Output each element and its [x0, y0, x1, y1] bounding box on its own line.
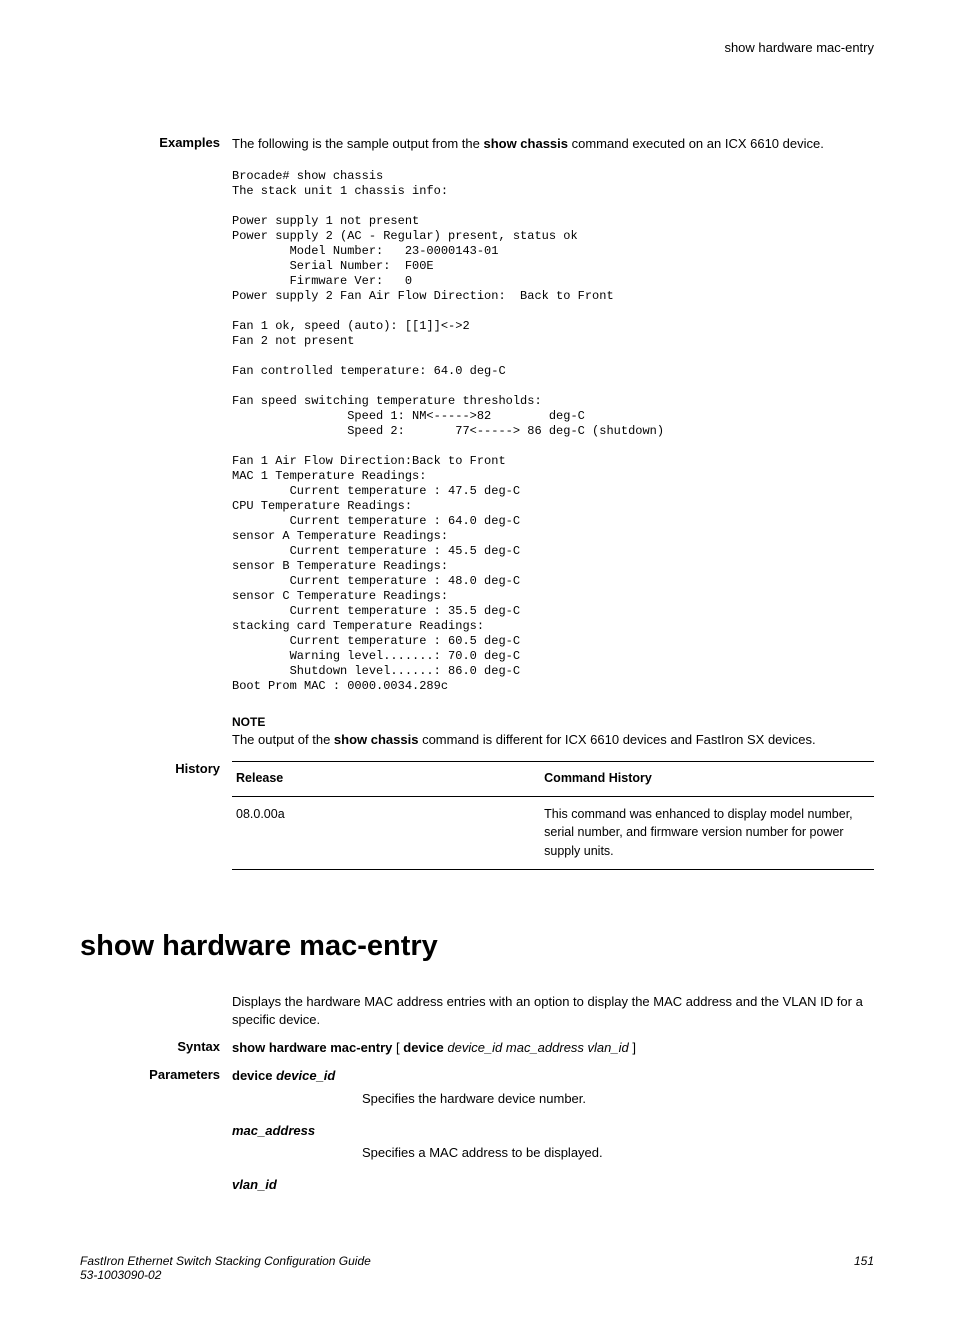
- examples-intro-pre: The following is the sample output from …: [232, 136, 483, 151]
- syntax-content: show hardware mac-entry [ device device_…: [232, 1039, 874, 1057]
- note-pre: The output of the: [232, 732, 334, 747]
- syntax-cmd: show hardware mac-entry: [232, 1040, 392, 1055]
- page-header-right: show hardware mac-entry: [80, 40, 874, 55]
- examples-intro-post: command executed on an ICX 6610 device.: [568, 136, 824, 151]
- param-3: vlan_id: [232, 1176, 874, 1194]
- parameters-content: device device_id Specifies the hardware …: [232, 1067, 874, 1194]
- param-1: device device_id: [232, 1067, 874, 1085]
- parameters-row: Parameters device device_id Specifies th…: [80, 1067, 874, 1194]
- param-1-kw: device: [232, 1068, 272, 1083]
- col-command-history: Command History: [540, 762, 874, 797]
- param-2-desc: Specifies a MAC address to be displayed.: [362, 1144, 874, 1162]
- examples-row: Examples The following is the sample out…: [80, 135, 874, 753]
- syntax-row: Syntax show hardware mac-entry [ device …: [80, 1039, 874, 1057]
- syntax-bracket-close: ]: [629, 1040, 636, 1055]
- param-3-var: vlan_id: [232, 1177, 277, 1192]
- command-description: Displays the hardware MAC address entrie…: [232, 993, 874, 1029]
- cell-desc: This command was enhanced to display mod…: [540, 796, 874, 869]
- description-row: Displays the hardware MAC address entrie…: [80, 993, 874, 1029]
- param-1-desc: Specifies the hardware device number.: [362, 1090, 874, 1108]
- param-2: mac_address: [232, 1122, 874, 1140]
- cell-release: 08.0.00a: [232, 796, 540, 869]
- syntax-label: Syntax: [80, 1039, 232, 1057]
- syntax-opt-kw: device: [403, 1040, 443, 1055]
- param-2-var: mac_address: [232, 1123, 315, 1138]
- table-row: 08.0.00a This command was enhanced to di…: [232, 796, 874, 869]
- examples-intro-cmd: show chassis: [483, 136, 568, 151]
- history-content: Release Command History 08.0.00a This co…: [232, 761, 874, 870]
- param-1-var: device_id: [276, 1068, 335, 1083]
- footer-left: FastIron Ethernet Switch Stacking Config…: [80, 1254, 371, 1282]
- history-table: Release Command History 08.0.00a This co…: [232, 761, 874, 870]
- note-post: command is different for ICX 6610 device…: [418, 732, 815, 747]
- history-label: History: [80, 761, 232, 870]
- history-row: History Release Command History 08.0.00a…: [80, 761, 874, 870]
- table-header-row: Release Command History: [232, 762, 874, 797]
- syntax-opt-var: device_id mac_address vlan_id: [447, 1040, 628, 1055]
- footer-page-number: 151: [854, 1254, 874, 1282]
- col-release: Release: [232, 762, 540, 797]
- page-footer: FastIron Ethernet Switch Stacking Config…: [80, 1254, 874, 1282]
- examples-content: The following is the sample output from …: [232, 135, 874, 753]
- examples-code: Brocade# show chassis The stack unit 1 c…: [232, 169, 874, 694]
- note-text: The output of the show chassis command i…: [232, 731, 874, 749]
- examples-label: Examples: [80, 135, 232, 753]
- parameters-label: Parameters: [80, 1067, 232, 1194]
- footer-doc-title: FastIron Ethernet Switch Stacking Config…: [80, 1254, 371, 1268]
- note-label: NOTE: [232, 714, 874, 731]
- command-title: show hardware mac-entry: [80, 930, 874, 963]
- description-label: [80, 993, 232, 1029]
- footer-doc-number: 53-1003090-02: [80, 1268, 371, 1282]
- note-cmd: show chassis: [334, 732, 419, 747]
